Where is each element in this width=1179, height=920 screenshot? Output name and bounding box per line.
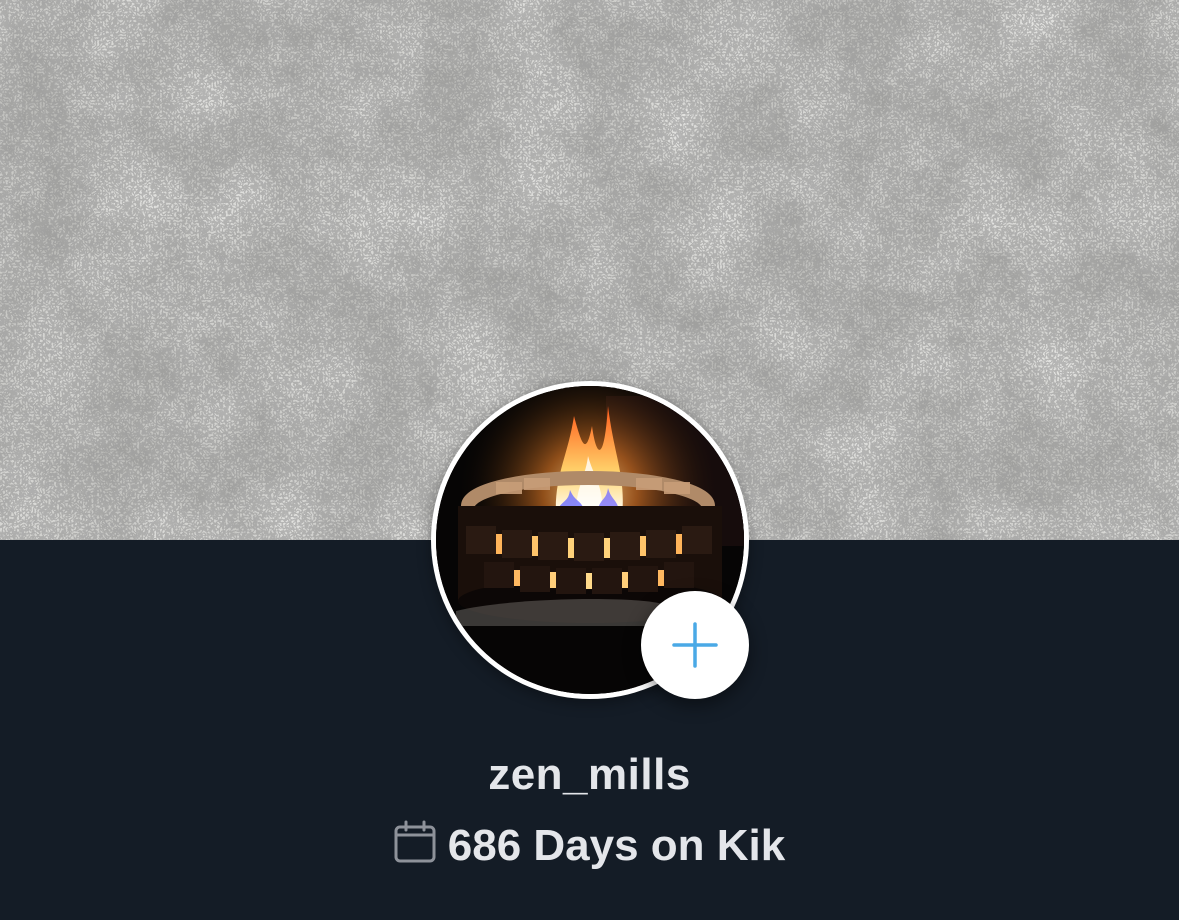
days-on-kik: 686 Days on Kik [0, 820, 1179, 871]
calendar-icon [394, 820, 436, 863]
days-text: 686 Days on Kik [447, 821, 786, 870]
plus-icon [672, 622, 718, 668]
username: zen_mills [488, 750, 691, 799]
profile-page: zen_mills 686 Days on Kik [0, 0, 1179, 920]
add-photo-button[interactable] [641, 591, 749, 699]
